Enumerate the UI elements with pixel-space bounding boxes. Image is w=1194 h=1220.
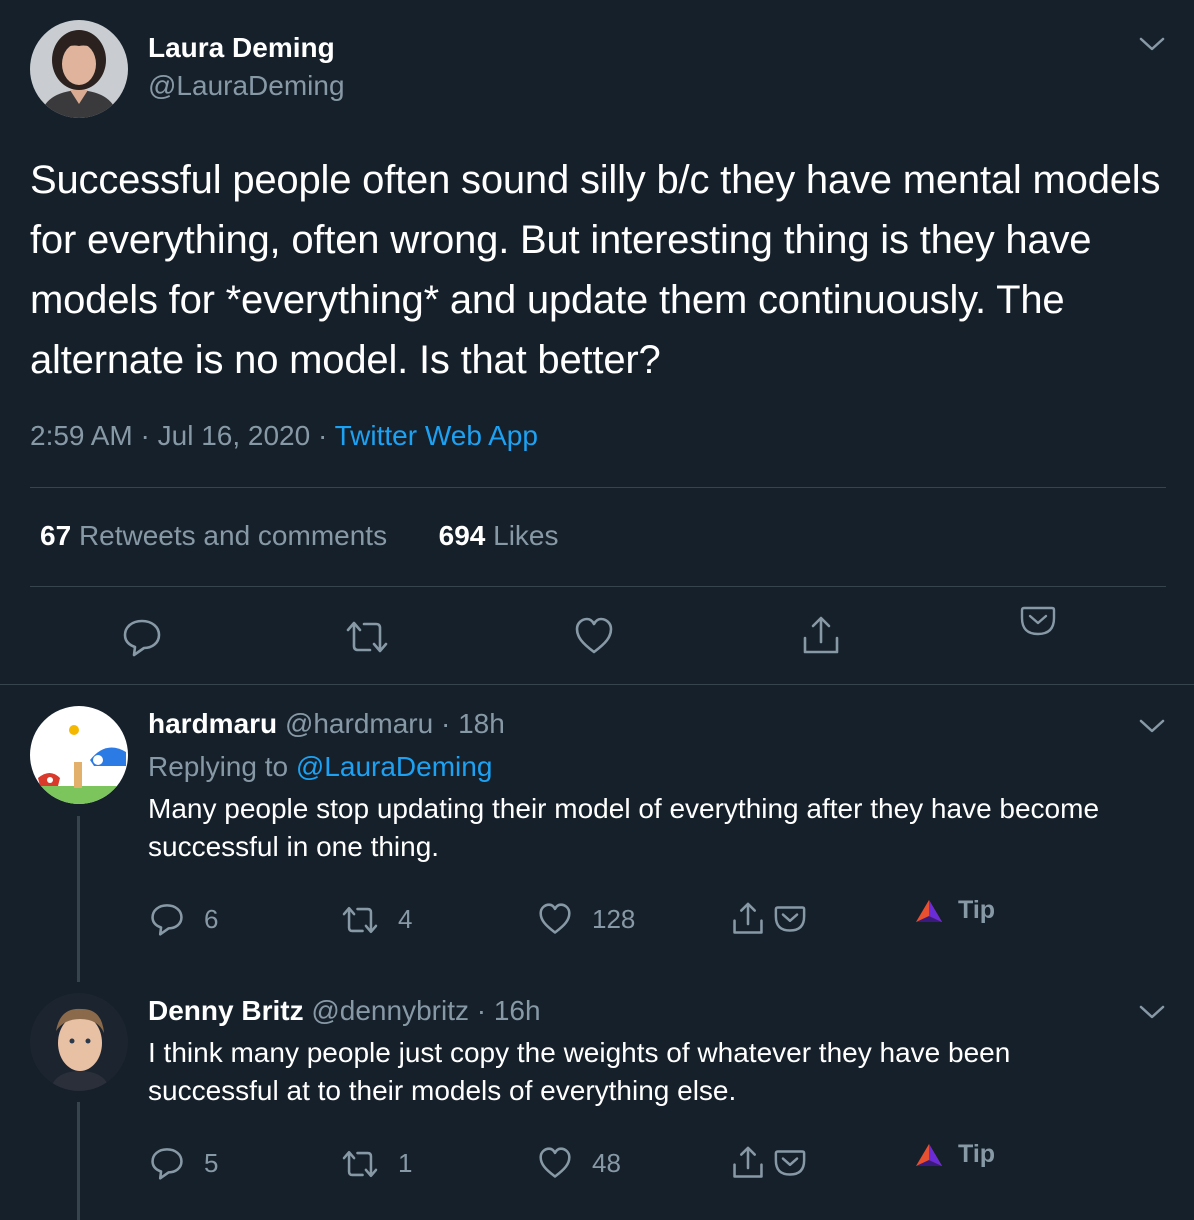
tweet-source-link[interactable]: Twitter Web App — [335, 420, 538, 451]
chevron-down-icon[interactable] — [1138, 1002, 1166, 1022]
divider — [0, 684, 1194, 685]
comment-count: 6 — [204, 904, 219, 934]
pocket-icon[interactable] — [774, 904, 806, 934]
tweet-stats: 67 Retweets and comments 694 Likes — [40, 520, 559, 552]
thread-line — [77, 1102, 80, 1220]
retweet-icon[interactable] — [340, 904, 380, 936]
reply-avatar[interactable] — [30, 993, 128, 1091]
reply-avatar[interactable] — [30, 706, 128, 804]
reply-author-name[interactable]: Denny Britz — [148, 995, 304, 1026]
like-count: 48 — [592, 1148, 621, 1178]
heart-icon[interactable] — [574, 617, 614, 655]
comment-icon[interactable] — [122, 617, 162, 657]
meta-separator: · — [317, 420, 328, 451]
comment-icon[interactable] — [150, 902, 184, 936]
replying-to-link[interactable]: @LauraDeming — [296, 751, 493, 782]
tip-button[interactable]: Tip — [958, 896, 995, 925]
comment-count: 5 — [204, 1148, 219, 1178]
heart-icon[interactable] — [538, 903, 572, 935]
pocket-icon[interactable] — [1020, 604, 1056, 638]
likes-stat[interactable]: 694 Likes — [439, 520, 559, 551]
chevron-down-icon[interactable] — [1138, 34, 1166, 54]
tweet-meta: 2:59 AM · Jul 16, 2020 · Twitter Web App — [30, 420, 538, 452]
chevron-down-icon[interactable] — [1138, 716, 1166, 736]
tweet-date[interactable]: Jul 16, 2020 — [158, 420, 311, 451]
pocket-icon[interactable] — [774, 1148, 806, 1178]
retweets-stat[interactable]: 67 Retweets and comments — [40, 520, 387, 551]
comment-icon[interactable] — [150, 1146, 184, 1180]
share-icon[interactable] — [732, 902, 764, 936]
retweet-icon[interactable] — [340, 1148, 380, 1180]
share-icon[interactable] — [732, 1146, 764, 1180]
reply-author-handle[interactable]: @dennybritz — [311, 995, 469, 1026]
share-icon[interactable] — [802, 616, 840, 656]
reply-text: Many people stop updating their model of… — [148, 793, 1100, 862]
divider — [30, 487, 1166, 488]
reply-author-handle[interactable]: @hardmaru — [285, 708, 433, 739]
reply-text: I think many people just copy the weight… — [148, 1037, 1011, 1106]
reply-age[interactable]: 16h — [494, 995, 541, 1026]
reply-header: Denny Britz @dennybritz · 16h — [148, 995, 541, 1026]
author-avatar[interactable] — [30, 20, 128, 118]
tweet-time[interactable]: 2:59 AM — [30, 420, 133, 451]
tip-button[interactable]: Tip — [958, 1140, 995, 1169]
author-handle[interactable]: @LauraDeming — [148, 70, 345, 102]
tweet-text: Successful people often sound silly b/c … — [30, 158, 1161, 382]
retweet-count: 4 — [398, 904, 413, 934]
tip-triangle-icon[interactable] — [914, 898, 944, 924]
reply-header: hardmaru @hardmaru · 18h — [148, 708, 505, 739]
replying-to: Replying to @LauraDeming — [148, 751, 493, 782]
reply-age[interactable]: 18h — [458, 708, 505, 739]
heart-icon[interactable] — [538, 1147, 572, 1179]
like-count: 128 — [592, 904, 636, 934]
thread-line — [77, 816, 80, 982]
meta-separator: · — [140, 420, 150, 451]
author-name[interactable]: Laura Deming — [148, 32, 335, 64]
reply-author-name[interactable]: hardmaru — [148, 708, 277, 739]
retweet-icon[interactable] — [344, 618, 390, 656]
divider — [30, 586, 1166, 587]
retweet-count: 1 — [398, 1148, 413, 1178]
tip-triangle-icon[interactable] — [914, 1142, 944, 1168]
